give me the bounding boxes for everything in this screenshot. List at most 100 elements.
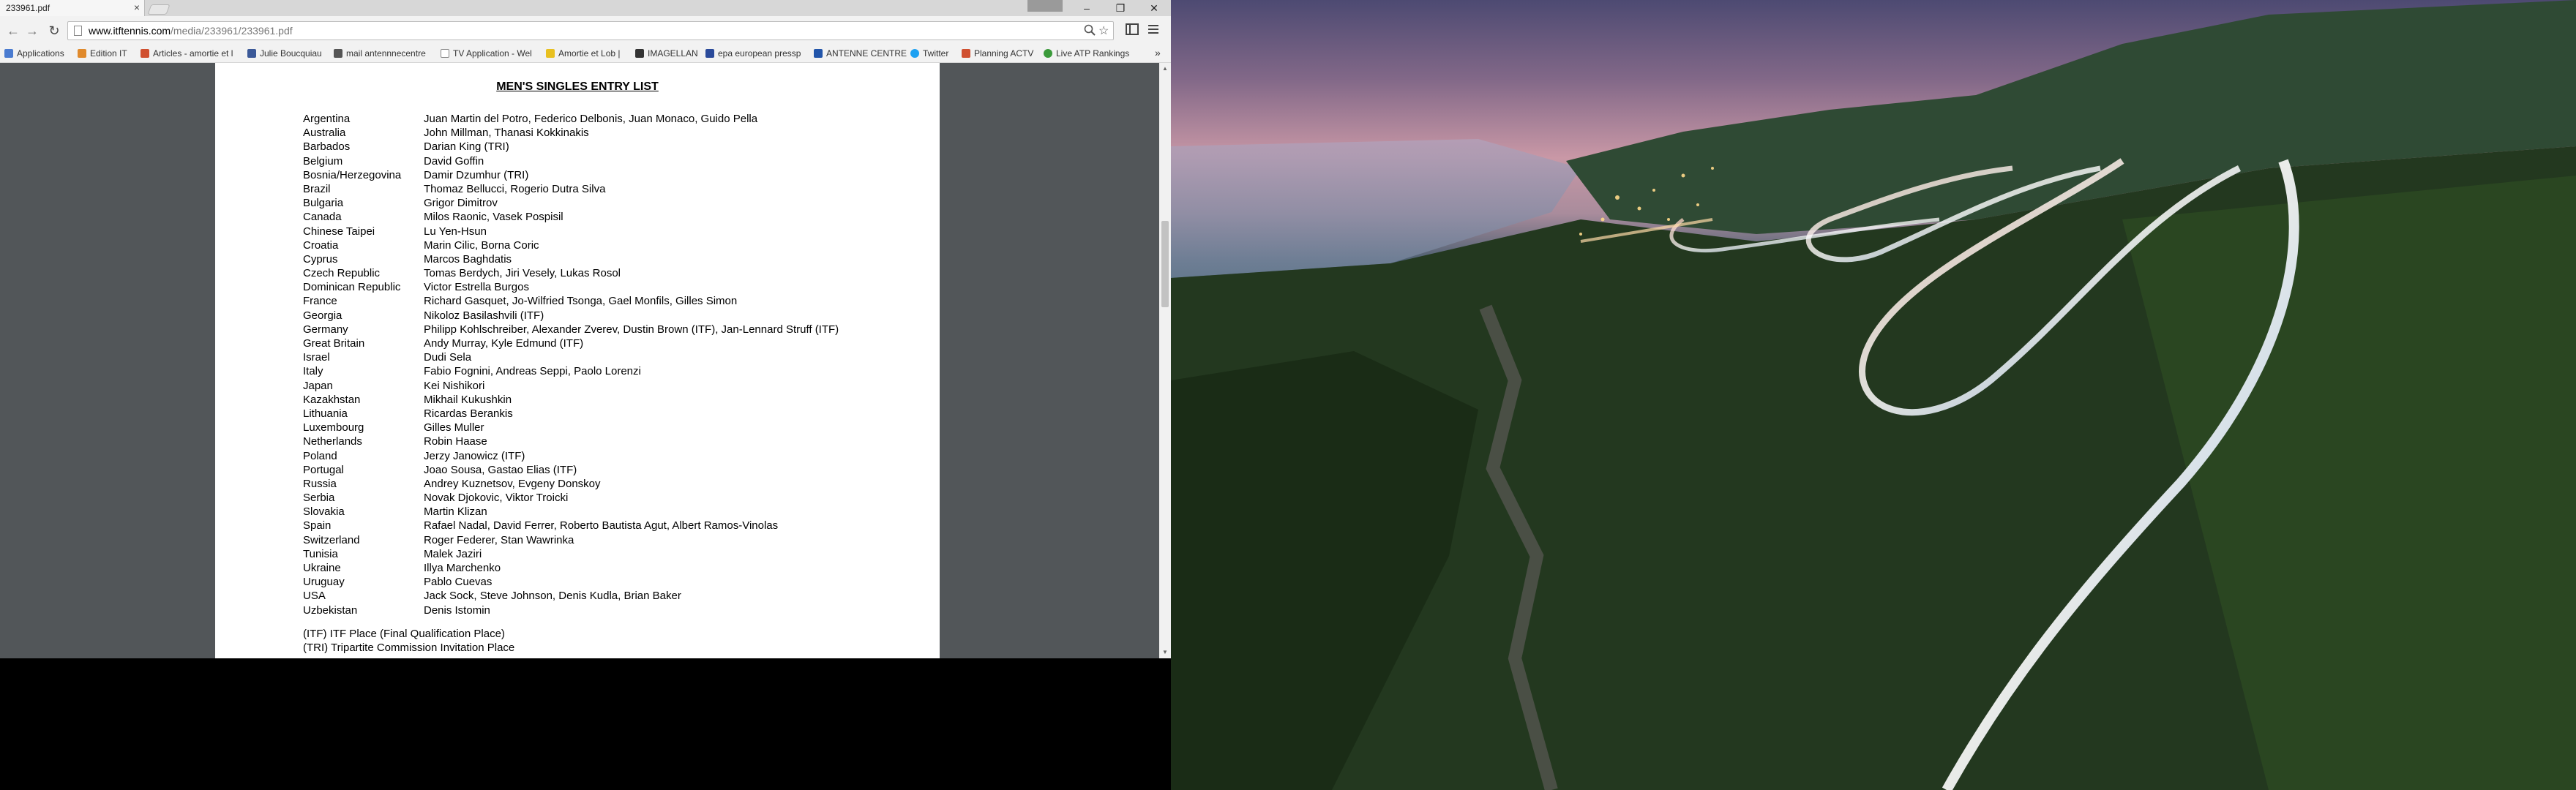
bookmark-applications[interactable]: Applications bbox=[4, 48, 64, 59]
bookmark-edition-it[interactable]: Edition IT bbox=[78, 48, 127, 59]
entry-list: Argentina Juan Martin del Potro, Federico… bbox=[303, 112, 932, 617]
entry-players: Kei Nishikori bbox=[424, 379, 485, 392]
entry-players: Darian King (TRI) bbox=[424, 140, 509, 154]
desktop-black-area bbox=[0, 658, 1171, 790]
bookmark-favicon bbox=[814, 49, 823, 58]
address-bar[interactable]: www.itftennis.com/media/233961/233961.pd… bbox=[67, 21, 1114, 40]
document-title: MEN'S SINGLES ENTRY LIST bbox=[496, 80, 659, 93]
bookmark-planning-actv[interactable]: Planning ACTV bbox=[962, 48, 1033, 59]
bookmark-epa[interactable]: epa european pressp bbox=[705, 48, 801, 59]
bookmark-favicon bbox=[546, 49, 555, 58]
facebook-icon bbox=[247, 49, 256, 58]
star-icon[interactable]: ☆ bbox=[1098, 23, 1109, 38]
entry-country: Cyprus bbox=[303, 252, 338, 266]
entry-row: Spain Rafael Nadal, David Ferrer, Roberto… bbox=[303, 519, 932, 533]
bookmark-tv-application[interactable]: TV Application - Wel bbox=[441, 48, 532, 59]
bookmark-imagellan[interactable]: IMAGELLAN bbox=[635, 48, 698, 59]
entry-players: Rafael Nadal, David Ferrer, Roberto Baut… bbox=[424, 519, 779, 533]
entry-players: Marcos Baghdatis bbox=[424, 252, 512, 266]
bookmark-antenne-centre[interactable]: ANTENNE CENTRE bbox=[814, 48, 907, 59]
profile-badge[interactable] bbox=[1027, 0, 1063, 12]
entry-players: Milos Raonic, Vasek Pospisil bbox=[424, 211, 564, 224]
entry-players: Robin Haase bbox=[424, 435, 487, 448]
reload-button[interactable]: ↻ bbox=[45, 22, 63, 40]
url-path: /media/233961/233961.pdf bbox=[171, 25, 293, 37]
entry-players: Denis Istomin bbox=[424, 603, 490, 617]
entry-players: Mikhail Kukushkin bbox=[424, 393, 512, 406]
tab-pdf[interactable]: 233961.pdf × bbox=[0, 0, 145, 16]
entry-players: Nikoloz Basilashvili (ITF) bbox=[424, 309, 544, 322]
entry-players: Damir Dzumhur (TRI) bbox=[424, 168, 529, 181]
entry-country: Great Britain bbox=[303, 337, 365, 350]
bookmark-amortie[interactable]: Amortie et Lob | bbox=[546, 48, 621, 59]
bookmark-articles[interactable]: Articles - amortie et l bbox=[141, 48, 233, 59]
entry-country: Switzerland bbox=[303, 533, 360, 546]
entry-row: Great Britain Andy Murray, Kyle Edmund (I… bbox=[303, 336, 932, 350]
bookmarks-overflow-button[interactable]: » bbox=[1155, 47, 1161, 59]
scroll-up-arrow[interactable]: ▲ bbox=[1159, 63, 1171, 75]
close-window-button[interactable]: ✕ bbox=[1137, 0, 1171, 16]
back-button[interactable]: ← bbox=[4, 22, 22, 40]
tab-title: 233961.pdf bbox=[6, 3, 50, 13]
entry-players: Juan Martin del Potro, Federico Delbonis… bbox=[424, 113, 758, 125]
extension-icon[interactable] bbox=[1126, 23, 1139, 40]
bookmark-live-atp[interactable]: Live ATP Rankings bbox=[1044, 48, 1129, 59]
tab-close-icon[interactable]: × bbox=[134, 1, 140, 13]
entry-players: Victor Estrella Burgos bbox=[424, 281, 529, 294]
scroll-thumb[interactable] bbox=[1161, 221, 1169, 307]
entry-players: Illya Marchenko bbox=[424, 562, 501, 574]
entry-row: Serbia Novak Djokovic, Viktor Troicki bbox=[303, 491, 932, 505]
entry-players: John Millman, Thanasi Kokkinakis bbox=[424, 127, 589, 140]
entry-row: Australia John Millman, Thanasi Kokkinaki… bbox=[303, 126, 932, 140]
entry-country: Slovakia bbox=[303, 505, 345, 519]
forward-button[interactable]: → bbox=[23, 22, 41, 40]
entry-row: Italy Fabio Fognini, Andreas Seppi, Paolo… bbox=[303, 364, 932, 378]
entry-country: Israel bbox=[303, 351, 330, 364]
search-icon[interactable] bbox=[1084, 23, 1096, 40]
bookmark-twitter[interactable]: Twitter bbox=[910, 48, 948, 59]
entry-players: Philipp Kohlschreiber, Alexander Zverev,… bbox=[424, 323, 839, 336]
entry-row: Lithuania Ricardas Berankis bbox=[303, 407, 932, 421]
bookmark-favicon bbox=[705, 49, 714, 58]
entry-row: Germany Philipp Kohlschreiber, Alexander … bbox=[303, 323, 932, 336]
entry-row: Uzbekistan Denis Istomin bbox=[303, 603, 932, 617]
entry-players: Fabio Fognini, Andreas Seppi, Paolo Lore… bbox=[424, 365, 641, 378]
menu-icon[interactable] bbox=[1147, 23, 1159, 40]
restore-button[interactable]: ❐ bbox=[1104, 0, 1137, 16]
vertical-scrollbar[interactable]: ▲ ▼ bbox=[1159, 63, 1171, 658]
entry-players: Thomaz Bellucci, Rogerio Dutra Silva bbox=[424, 182, 606, 195]
entry-row: Japan Kei Nishikori bbox=[303, 379, 932, 393]
entry-row: France Richard Gasquet, Jo-Wilfried Tsong… bbox=[303, 294, 932, 308]
entry-country: Brazil bbox=[303, 182, 331, 195]
entry-row: Tunisia Malek Jaziri bbox=[303, 547, 932, 561]
entry-players: Pablo Cuevas bbox=[424, 576, 493, 589]
bookmark-favicon bbox=[334, 49, 342, 58]
browser-window: 233961.pdf × – ❐ ✕ ← → ↻ www.itftennis.c… bbox=[0, 0, 1171, 658]
entry-row: Israel Dudi Sela bbox=[303, 350, 932, 364]
bookmark-favicon bbox=[78, 49, 86, 58]
entry-players: Grigor Dimitrov bbox=[424, 197, 498, 210]
entry-players: Martin Klizan bbox=[424, 505, 487, 519]
page-icon bbox=[74, 26, 82, 36]
entry-country: Spain bbox=[303, 519, 332, 533]
entry-row: Brazil Thomaz Bellucci, Rogerio Dutra Sil… bbox=[303, 182, 932, 196]
url-text[interactable]: www.itftennis.com/media/233961/233961.pd… bbox=[89, 25, 293, 37]
entry-country: Serbia bbox=[303, 492, 335, 505]
entry-country: Lithuania bbox=[303, 407, 348, 420]
entry-players: Jack Sock, Steve Johnson, Denis Kudla, B… bbox=[424, 590, 681, 603]
entry-country: Dominican Republic bbox=[303, 281, 401, 294]
bookmark-julie[interactable]: Julie Boucquiau bbox=[247, 48, 322, 59]
bookmark-favicon bbox=[635, 49, 644, 58]
entry-row: Czech Republic Tomas Berdych, Jiri Vesely… bbox=[303, 266, 932, 280]
bookmark-mail[interactable]: mail antennnecentre bbox=[334, 48, 426, 59]
pdf-viewer[interactable]: MEN'S SINGLES ENTRY LIST Argentina Juan M… bbox=[0, 63, 1159, 658]
entry-players: Marin Cilic, Borna Coric bbox=[424, 238, 539, 252]
entry-row: Poland Jerzy Janowicz (ITF) bbox=[303, 449, 932, 463]
entry-country: Tunisia bbox=[303, 547, 338, 560]
minimize-button[interactable]: – bbox=[1070, 0, 1104, 16]
entry-players: Jerzy Janowicz (ITF) bbox=[424, 449, 525, 462]
new-tab-button[interactable] bbox=[147, 4, 171, 15]
entry-country: Uzbekistan bbox=[303, 603, 358, 617]
entry-row: Portugal Joao Sousa, Gastao Elias (ITF) bbox=[303, 463, 932, 477]
scroll-down-arrow[interactable]: ▼ bbox=[1159, 647, 1171, 658]
